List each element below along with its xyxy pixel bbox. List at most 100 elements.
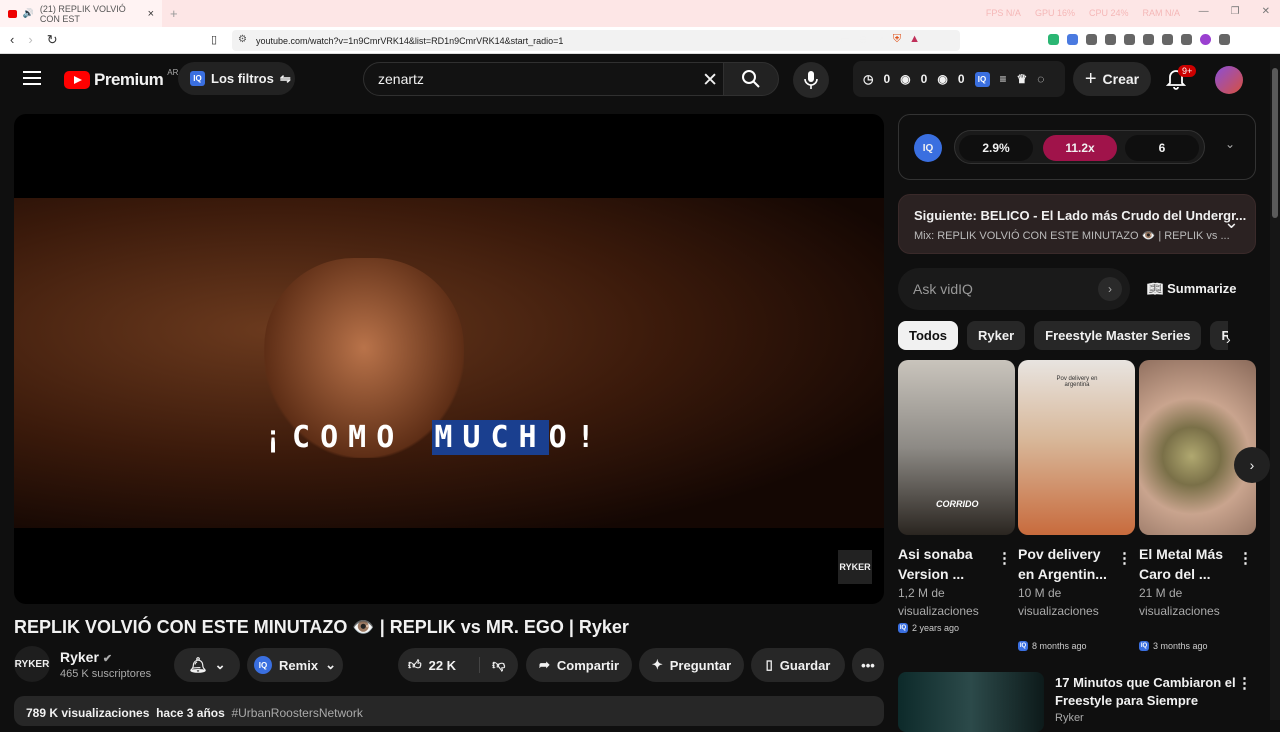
translate-icon[interactable] bbox=[1067, 34, 1078, 45]
more-actions-button[interactable]: ••• bbox=[852, 648, 884, 682]
bookmark-icon[interactable]: ▯ bbox=[211, 33, 217, 46]
dislike-button[interactable]: 👎︎ bbox=[479, 657, 505, 673]
page-scrollbar[interactable] bbox=[1270, 54, 1280, 720]
video-player[interactable]: ¡COMO MUCHO! RYKER bbox=[14, 114, 884, 604]
gpu-stat: GPU 16% bbox=[1034, 8, 1075, 18]
vidiq-stat-1[interactable]: 2.9% bbox=[959, 135, 1033, 161]
search-input[interactable]: zenartz ✕ bbox=[363, 62, 731, 96]
channel-watermark[interactable]: RYKER bbox=[838, 550, 872, 584]
more-options-icon[interactable]: ⋮ bbox=[1237, 674, 1252, 692]
trophy-icon[interactable]: ♛ bbox=[1017, 72, 1028, 86]
vidiq-stat-3[interactable]: 6 bbox=[1125, 135, 1199, 161]
back-icon[interactable]: ‹ bbox=[10, 32, 14, 48]
lyric-overlay: ¡COMO MUCHO! bbox=[264, 420, 605, 455]
short-item[interactable]: CORRIDO Asi sonaba Version ... 1,2 M de vi… bbox=[898, 360, 1015, 633]
channel-name[interactable]: Ryker ✔ bbox=[60, 649, 112, 665]
next-up-mix: Mix: REPLIK VOLVIÓ CON ESTE MINUTAZO 👁️ … bbox=[914, 230, 1230, 242]
profile-icon[interactable] bbox=[1200, 34, 1211, 45]
lyric-plain: ¡COMO bbox=[264, 420, 433, 455]
search-button[interactable] bbox=[723, 62, 779, 96]
vidiq-stat-2[interactable]: 11.2x bbox=[1043, 135, 1117, 161]
save-label: Guardar bbox=[779, 657, 831, 673]
clear-search-icon[interactable]: ✕ bbox=[702, 69, 718, 92]
chevron-down-icon[interactable]: ⌄ bbox=[1225, 137, 1235, 151]
brand-text: Premium bbox=[94, 70, 164, 89]
ask-label: Preguntar bbox=[669, 657, 732, 673]
short-item[interactable]: Pov delivery en argentina Pov delivery en… bbox=[1018, 360, 1135, 651]
speaker-icon[interactable]: 🔊 bbox=[23, 8, 34, 19]
chevron-right-icon[interactable]: › bbox=[1098, 277, 1122, 301]
scrollbar-thumb[interactable] bbox=[1272, 68, 1278, 218]
short-item[interactable]: El Metal Más Caro del ... 21 M de visualiz… bbox=[1139, 360, 1256, 651]
description-box[interactable]: 789 K visualizaciones hace 3 años #Urban… bbox=[14, 696, 884, 726]
site-info-icon[interactable]: ⚙ bbox=[238, 34, 247, 45]
reload-icon[interactable]: ↻ bbox=[47, 32, 58, 48]
counter-1: 0 bbox=[883, 72, 891, 86]
vidiq-stat-3-text: 6 bbox=[1158, 141, 1166, 155]
hamburger-menu-icon[interactable] bbox=[23, 71, 41, 85]
like-button[interactable]: 👍︎ 22 K 👎︎ bbox=[398, 648, 518, 682]
hashtag-link[interactable]: #UrbanRoostersNetwork bbox=[231, 706, 362, 720]
more-options-icon[interactable]: ⋮ bbox=[1238, 549, 1253, 567]
sidebar-icon[interactable] bbox=[1143, 34, 1154, 45]
more-options-icon[interactable]: ⋮ bbox=[997, 549, 1012, 567]
short-title-2: Caro del ... bbox=[1139, 566, 1211, 582]
short-thumbnail[interactable]: Pov delivery en argentina bbox=[1018, 360, 1135, 535]
zoom-icon[interactable]: ⊕ bbox=[858, 33, 867, 46]
subscribe-bell-button[interactable]: 🔔︎ ⌄ bbox=[174, 648, 240, 682]
save-button[interactable]: ▯ Guardar bbox=[751, 648, 845, 682]
menu-icon[interactable] bbox=[1219, 34, 1230, 45]
short-thumbnail[interactable] bbox=[1139, 360, 1256, 535]
remix-button[interactable]: IQ Remix ⌄ bbox=[247, 648, 343, 682]
puzzle-icon[interactable] bbox=[1086, 34, 1097, 45]
vidiq-stat-2-text: 11.2x bbox=[1065, 141, 1095, 155]
avatar[interactable] bbox=[1215, 66, 1243, 94]
chevron-down-icon: ⌄ bbox=[214, 657, 226, 672]
voice-search-button[interactable] bbox=[793, 62, 829, 98]
shorts-next-button[interactable]: › bbox=[1234, 447, 1270, 483]
verified-icon: ✔ bbox=[102, 653, 113, 665]
forward-icon[interactable]: › bbox=[28, 32, 32, 48]
install-icon[interactable]: ▭ bbox=[840, 33, 850, 46]
new-tab-icon[interactable]: + bbox=[170, 6, 178, 21]
vidiq-counters[interactable]: ◷ 0 ◉ 0 ◉ 0 IQ ≡ ♛ ◌ bbox=[853, 61, 1065, 97]
share-page-icon[interactable]: ↗ bbox=[876, 33, 885, 46]
video-thumbnail[interactable] bbox=[898, 672, 1044, 732]
screenshot-icon[interactable] bbox=[1105, 34, 1116, 45]
vidiq-icon: IQ bbox=[1139, 641, 1149, 651]
chevron-down-icon[interactable]: ⌄ bbox=[1224, 212, 1239, 233]
browser-tab[interactable]: 🔊 (21) REPLIK VOLVIÓ CON EST × bbox=[0, 0, 162, 27]
list-icon[interactable]: ≡ bbox=[1000, 72, 1007, 86]
ask-vidiq-input[interactable]: Ask vidIQ › bbox=[898, 268, 1130, 310]
channel-avatar[interactable]: RYKER bbox=[14, 646, 50, 682]
ask-button[interactable]: ✦ Preguntar bbox=[639, 648, 744, 682]
maximize-icon[interactable]: ❐ bbox=[1231, 6, 1240, 17]
clock-icon: ◷ bbox=[863, 72, 874, 86]
short-thumbnail[interactable]: CORRIDO bbox=[898, 360, 1015, 535]
next-up-panel[interactable]: Siguiente: BELICO - El Lado más Crudo de… bbox=[898, 194, 1256, 254]
chat-icon[interactable]: ◌ bbox=[1037, 72, 1044, 86]
vpn-icon[interactable] bbox=[1181, 34, 1192, 45]
bell-icon: 🔔︎ bbox=[188, 657, 208, 674]
vidiq-icon[interactable]: IQ bbox=[974, 71, 990, 87]
chip-freestyle[interactable]: Freestyle Master Series bbox=[1034, 321, 1202, 350]
summarize-button[interactable]: 📖︎ Summarize bbox=[1147, 281, 1237, 297]
window-close-icon[interactable]: ✕ bbox=[1262, 6, 1270, 17]
close-tab-icon[interactable]: × bbox=[148, 8, 154, 20]
create-button[interactable]: + Crear bbox=[1073, 62, 1151, 96]
extension-icon[interactable] bbox=[1048, 34, 1059, 45]
filters-button[interactable]: IQ Los filtros ⇋ bbox=[178, 62, 295, 95]
music-icon[interactable] bbox=[1124, 34, 1135, 45]
more-options-icon[interactable]: ⋮ bbox=[1117, 549, 1132, 567]
brave-shield-icon[interactable]: ⛨ bbox=[893, 33, 901, 46]
brave-rewards-icon[interactable]: ▲ bbox=[909, 33, 920, 46]
plus-icon: + bbox=[1084, 67, 1097, 90]
recommended-video[interactable]: 17 Minutos que Cambiaron el Freestyle pa… bbox=[898, 672, 1256, 732]
chip-ryker[interactable]: Ryker bbox=[967, 321, 1026, 350]
share-button[interactable]: ➦ Compartir bbox=[526, 648, 632, 682]
chevron-right-icon[interactable]: › bbox=[1226, 331, 1231, 347]
chip-todos[interactable]: Todos bbox=[898, 321, 959, 350]
minimize-icon[interactable]: — bbox=[1199, 6, 1209, 17]
youtube-logo[interactable]: Premium AR bbox=[64, 68, 178, 90]
wallet-icon[interactable] bbox=[1162, 34, 1173, 45]
